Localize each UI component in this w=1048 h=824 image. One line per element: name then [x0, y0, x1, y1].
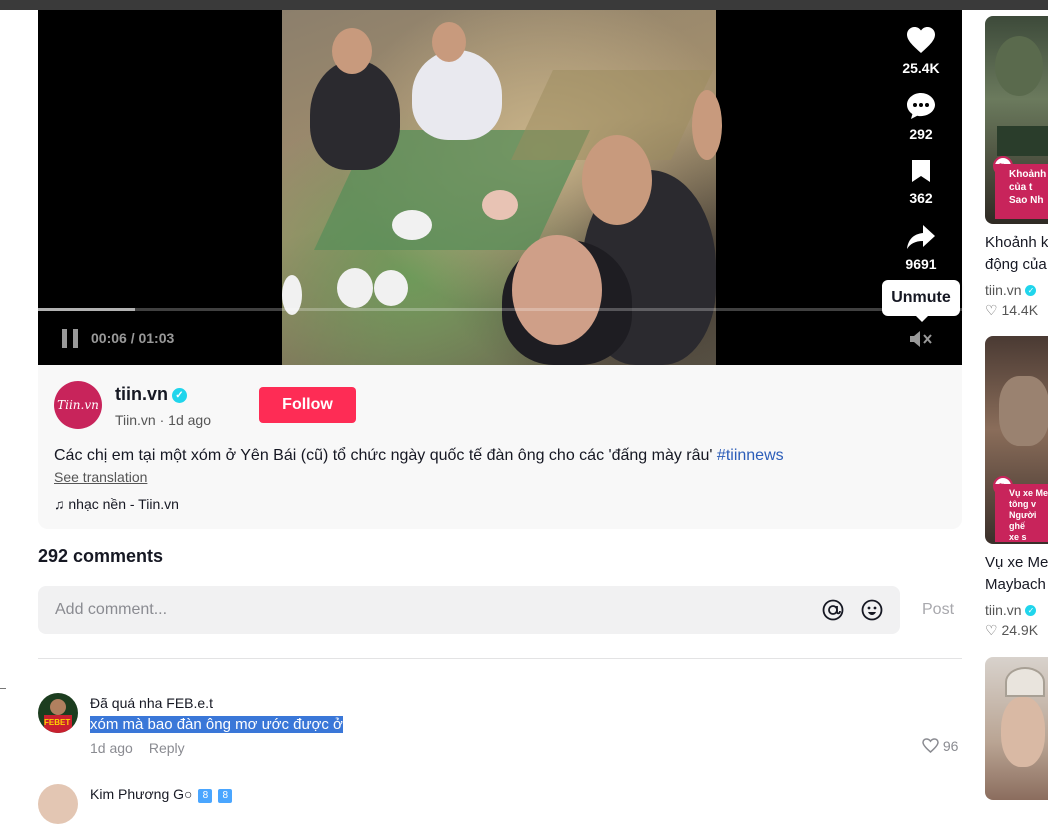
- level-badge: 8: [218, 789, 233, 803]
- rail-author[interactable]: tiin.vn ✓: [985, 602, 1037, 618]
- video-thumbnail[interactable]: Tiin Vụ xe Metông vNgườighếxe s: [985, 336, 1048, 544]
- rail-author-name[interactable]: tiin.vn: [985, 282, 1022, 298]
- heart-outline-icon[interactable]: [922, 738, 939, 753]
- svg-text:FEBET: FEBET: [44, 718, 70, 727]
- comment-input[interactable]: Add comment...: [38, 586, 900, 634]
- divider: [38, 658, 962, 659]
- at-mention-icon[interactable]: [822, 599, 844, 621]
- commenter-name[interactable]: Kim Phương G○ 8 8: [90, 786, 233, 803]
- comment-like-count: 96: [942, 738, 959, 754]
- edge-mark: [0, 688, 6, 689]
- commenter-avatar[interactable]: FEBET: [38, 693, 78, 733]
- post-button[interactable]: Post: [922, 601, 954, 619]
- level-badge: 8: [198, 789, 213, 803]
- rail-likes: ♡ 14.4K: [985, 302, 1038, 319]
- rail-title-line[interactable]: động của: [985, 256, 1047, 273]
- heart-outline-icon: ♡: [985, 622, 998, 638]
- rail-title-line[interactable]: Vụ xe Me: [985, 554, 1048, 571]
- thumbnail-caption: Khoảnh kcủa tSao Nh: [995, 164, 1048, 219]
- comment-like[interactable]: 96: [922, 738, 958, 754]
- verified-icon: ✓: [1025, 285, 1037, 296]
- reply-button[interactable]: Reply: [149, 740, 185, 756]
- emoji-icon[interactable]: [861, 599, 883, 621]
- comments-title: 292 comments: [38, 546, 164, 566]
- rail-author[interactable]: tiin.vn ✓: [985, 282, 1037, 298]
- rail-like-count: 14.4K: [1001, 302, 1039, 318]
- rail-author-name[interactable]: tiin.vn: [985, 602, 1022, 618]
- rail-like-count: 24.9K: [1001, 622, 1039, 638]
- verified-icon: ✓: [1025, 605, 1037, 616]
- video-thumbnail[interactable]: Tiin Khoảnh kcủa tSao Nh: [985, 16, 1048, 224]
- comments-section: 292 comments Add comment... Post FEBET Đ…: [38, 0, 962, 824]
- rail-title[interactable]: Khoảnh k động của: [985, 232, 1048, 276]
- rail-likes: ♡ 24.9K: [985, 622, 1038, 639]
- rail-title[interactable]: Vụ xe Me Maybach: [985, 552, 1048, 596]
- commenter-avatar[interactable]: [38, 784, 78, 824]
- commenter-name[interactable]: Đã quá nha FEB.e.t: [90, 695, 213, 711]
- comment-placeholder: Add comment...: [55, 601, 168, 618]
- video-thumbnail[interactable]: [985, 657, 1048, 800]
- thumbnail-caption: Vụ xe Me tông v Người ghế xe s: [995, 484, 1048, 542]
- heart-outline-icon: ♡: [985, 302, 998, 318]
- rail-title-line[interactable]: Khoảnh k: [985, 234, 1048, 251]
- comment-meta: 1d ago Reply: [90, 740, 185, 756]
- comment-text: xóm mà bao đàn ông mơ ước được ở: [90, 716, 343, 733]
- comment-time: 1d ago: [90, 740, 133, 756]
- rail-title-line[interactable]: Maybach: [985, 576, 1046, 593]
